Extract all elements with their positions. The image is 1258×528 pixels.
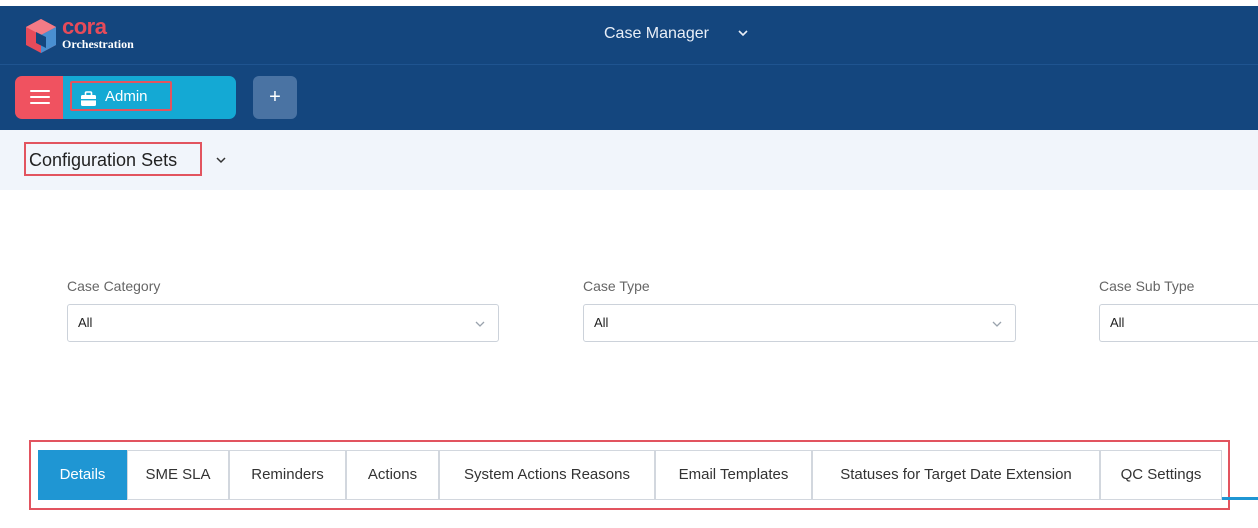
case-type-select[interactable]: All xyxy=(583,304,1016,342)
chevron-down-icon[interactable] xyxy=(215,154,227,166)
case-sub-type-label: Case Sub Type xyxy=(1099,278,1195,294)
brand-name: cora xyxy=(62,14,107,39)
app-title[interactable]: Case Manager xyxy=(604,24,709,44)
add-tab-button[interactable]: + xyxy=(253,76,297,119)
brand-subtitle: Orchestration xyxy=(62,37,134,51)
nav-bar: Admin + xyxy=(0,64,1258,130)
cora-logo-icon xyxy=(26,19,56,53)
top-bar: cora Orchestration Case Manager xyxy=(0,6,1258,64)
admin-label: Admin xyxy=(105,88,148,105)
admin-module-button[interactable]: Admin xyxy=(63,76,236,119)
hamburger-icon-line xyxy=(30,102,50,104)
case-type-label: Case Type xyxy=(583,278,650,294)
chevron-down-icon xyxy=(992,321,1002,327)
case-sub-type-value: All xyxy=(1110,315,1125,330)
configuration-bar: Configuration Sets xyxy=(0,130,1258,190)
case-category-select[interactable]: All xyxy=(67,304,499,342)
hamburger-icon xyxy=(30,90,50,92)
tab-actions[interactable]: Actions xyxy=(346,450,439,500)
chevron-down-icon xyxy=(475,321,485,327)
tab-statuses-target-date-extension[interactable]: Statuses for Target Date Extension xyxy=(812,450,1100,500)
tab-system-actions-reasons[interactable]: System Actions Reasons xyxy=(439,450,655,500)
chevron-down-icon[interactable] xyxy=(736,26,750,40)
briefcase-icon xyxy=(81,91,96,106)
logo[interactable]: cora Orchestration xyxy=(24,14,174,56)
page: cora Orchestration Case Manager Admin + xyxy=(0,0,1258,528)
tab-sme-sla[interactable]: SME SLA xyxy=(127,450,229,500)
hamburger-icon-line xyxy=(30,96,50,98)
case-category-label: Case Category xyxy=(67,278,161,294)
case-type-value: All xyxy=(594,315,609,330)
case-sub-type-select[interactable]: All xyxy=(1099,304,1258,342)
configuration-sets-title[interactable]: Configuration Sets xyxy=(29,149,177,171)
menu-button[interactable] xyxy=(15,76,65,119)
tab-email-templates[interactable]: Email Templates xyxy=(655,450,812,500)
tab-qc-settings[interactable]: QC Settings xyxy=(1100,450,1222,500)
case-category-value: All xyxy=(78,315,93,330)
tab-reminders[interactable]: Reminders xyxy=(229,450,346,500)
tab-details[interactable]: Details xyxy=(38,450,127,500)
